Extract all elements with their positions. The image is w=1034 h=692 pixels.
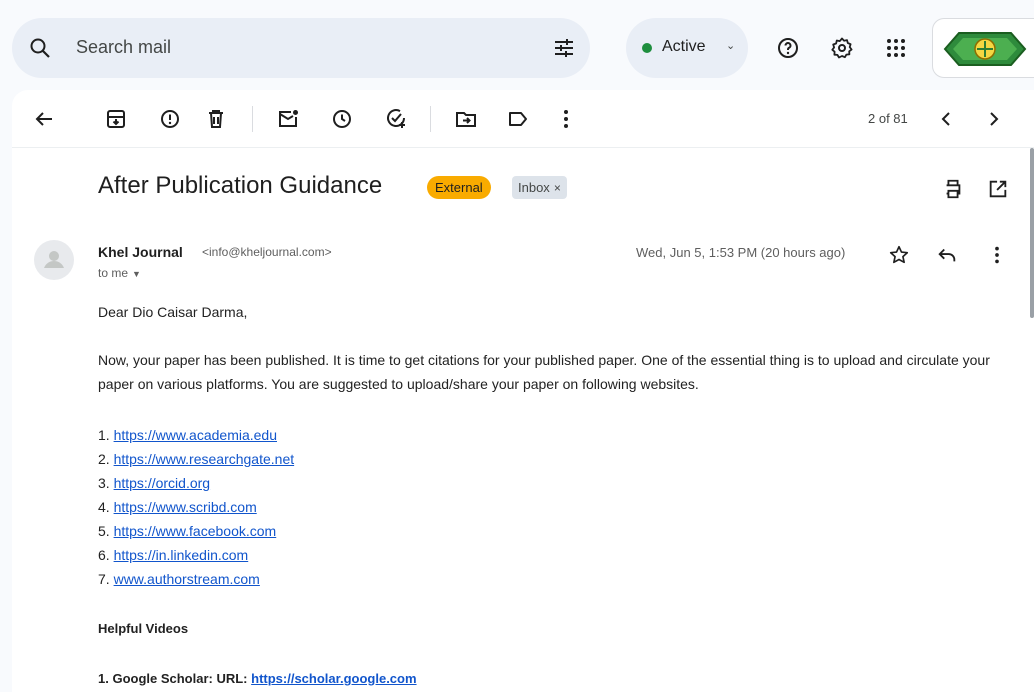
caret-down-icon[interactable]: ▼: [132, 269, 141, 279]
video-list-item: 1. Google Scholar: URL: https://scholar.…: [98, 671, 417, 686]
list-item: 5. https://www.facebook.com: [98, 523, 276, 539]
star-icon[interactable]: [888, 244, 910, 266]
list-item: 4. https://www.scribd.com: [98, 499, 257, 515]
apps-grid-icon[interactable]: [884, 36, 908, 60]
list-item: 7. www.authorstream.com: [98, 571, 260, 587]
link-authorstream[interactable]: www.authorstream.com: [114, 571, 260, 587]
search-bar[interactable]: Search mail: [12, 18, 590, 78]
message-view: 2 of 81 After Publication Guidance Exter…: [12, 90, 1034, 692]
email-date: Wed, Jun 5, 1:53 PM (20 hours ago): [636, 245, 846, 260]
chevron-right-icon[interactable]: [982, 107, 1006, 131]
print-icon[interactable]: [942, 178, 964, 200]
snooze-clock-icon[interactable]: [330, 107, 354, 131]
list-item: 3. https://orcid.org: [98, 475, 210, 491]
recipient-details[interactable]: to me ▼: [98, 266, 141, 280]
report-spam-icon[interactable]: [158, 107, 182, 131]
scrollbar[interactable]: [1030, 148, 1034, 318]
help-icon[interactable]: [776, 36, 800, 60]
link-linkedin[interactable]: https://in.linkedin.com: [114, 547, 249, 563]
sender-avatar[interactable]: [34, 240, 74, 280]
list-number: 3.: [98, 475, 110, 491]
inbox-label-text: Inbox: [518, 180, 550, 195]
top-bar: Search mail Active ⌄: [0, 0, 1034, 90]
list-number: 2.: [98, 451, 110, 467]
pagination-count: 2 of 81: [868, 111, 908, 126]
search-input[interactable]: Search mail: [76, 37, 171, 58]
list-item: 6. https://in.linkedin.com: [98, 547, 248, 563]
mark-unread-icon[interactable]: [276, 107, 300, 131]
move-to-folder-icon[interactable]: [454, 107, 478, 131]
chevron-left-icon[interactable]: [934, 107, 958, 131]
more-vertical-icon[interactable]: [986, 244, 1008, 266]
link-google-scholar[interactable]: https://scholar.google.com: [251, 671, 416, 686]
search-icon[interactable]: [28, 36, 52, 60]
link-facebook[interactable]: https://www.facebook.com: [114, 523, 277, 539]
list-number: 5.: [98, 523, 110, 539]
list-number: 1.: [98, 427, 110, 443]
sender-name[interactable]: Khel Journal: [98, 244, 183, 260]
email-greeting: Dear Dio Caisar Darma,: [98, 304, 248, 320]
list-number: 6.: [98, 547, 110, 563]
remove-label-icon[interactable]: ×: [554, 181, 561, 195]
list-item: 2. https://www.researchgate.net: [98, 451, 294, 467]
link-academia[interactable]: https://www.academia.edu: [114, 427, 277, 443]
chevron-down-icon: ⌄: [726, 40, 736, 52]
external-label-badge: External: [427, 176, 491, 199]
delete-icon[interactable]: [204, 107, 228, 131]
archive-icon[interactable]: [104, 107, 128, 131]
account-avatar[interactable]: [932, 18, 1034, 78]
email-subject: After Publication Guidance: [98, 172, 383, 199]
recipient-text: to me: [98, 266, 129, 280]
link-researchgate[interactable]: https://www.researchgate.net: [114, 451, 295, 467]
default-person-icon: [44, 251, 64, 268]
search-options-icon[interactable]: [552, 36, 576, 60]
toolbar-divider: [252, 106, 253, 132]
toolbar-divider: [430, 106, 431, 132]
open-in-new-window-icon[interactable]: [987, 178, 1009, 200]
add-to-tasks-icon[interactable]: [384, 107, 408, 131]
list-number: 4.: [98, 499, 110, 515]
back-arrow-icon[interactable]: [32, 107, 56, 131]
status-dot-icon: [642, 43, 652, 53]
email-paragraph: Now, your paper has been published. It i…: [98, 352, 990, 392]
status-selector[interactable]: Active ⌄: [626, 18, 748, 78]
helpful-videos-heading: Helpful Videos: [98, 621, 189, 636]
message-toolbar: 2 of 81: [12, 90, 1034, 148]
status-label: Active: [662, 38, 706, 55]
organization-logo-icon: [943, 32, 1027, 66]
more-vertical-icon[interactable]: [554, 107, 578, 131]
gear-icon[interactable]: [830, 36, 854, 60]
label-icon[interactable]: [506, 107, 530, 131]
link-orcid[interactable]: https://orcid.org: [114, 475, 211, 491]
list-number: 7.: [98, 571, 110, 587]
list-item: 1. https://www.academia.edu: [98, 427, 277, 443]
link-scribd[interactable]: https://www.scribd.com: [114, 499, 257, 515]
sender-email: <info@kheljournal.com>: [202, 245, 332, 259]
reply-icon[interactable]: [936, 244, 958, 266]
video-item-label: 1. Google Scholar: URL:: [98, 671, 252, 686]
inbox-label-chip[interactable]: Inbox ×: [512, 176, 567, 199]
